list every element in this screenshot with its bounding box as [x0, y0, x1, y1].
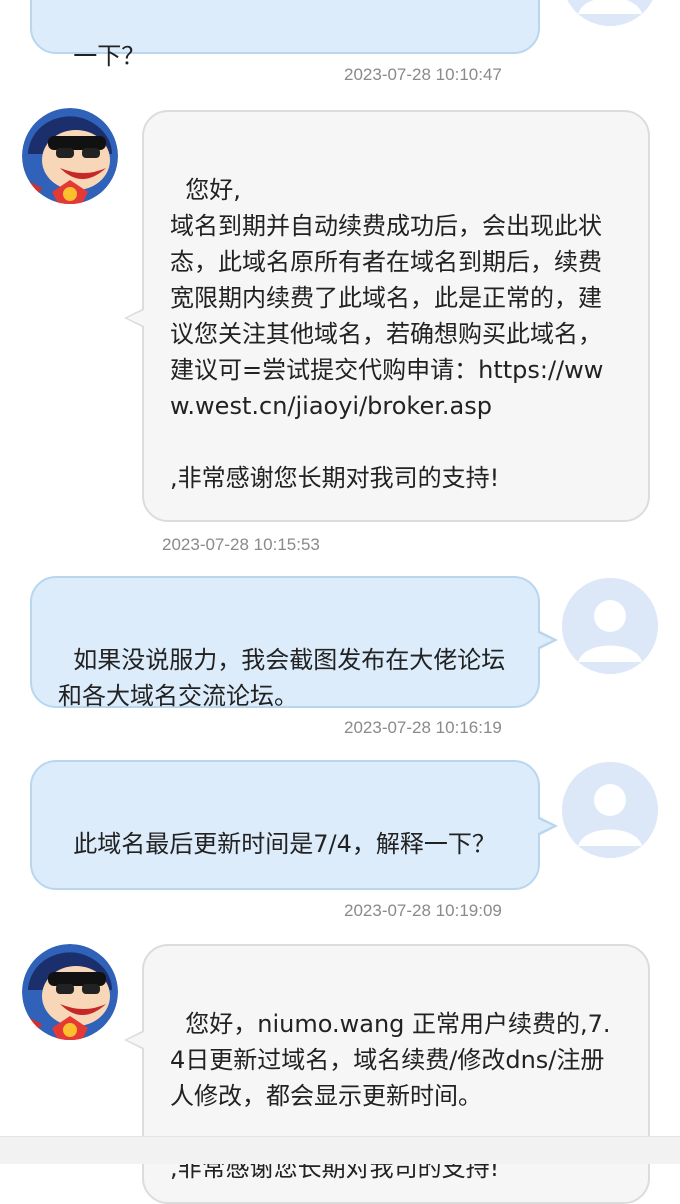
bubble-tail-fill: [536, 818, 553, 834]
user-avatar-icon: [562, 578, 658, 674]
user-message-bubble: 一下？: [30, 0, 540, 70]
message-text: 一下？: [73, 42, 146, 70]
message-timestamp: 2023-07-28 10:19:09: [344, 901, 502, 920]
message-text: 您好, 域名到期并自动续费成功后，会出现此状态，此域名原所有者在域名到期后，续费…: [170, 176, 604, 492]
user-avatar-icon: [562, 0, 658, 26]
user-avatar-icon: [562, 762, 658, 858]
agent-avatar-icon: [22, 108, 118, 204]
message-text: 如果没说服力，我会截图发布在大佬论坛和各大域名交流论坛。: [58, 646, 506, 710]
message-timestamp: 2023-07-28 10:15:53: [162, 535, 320, 554]
input-bar-edge: [0, 1136, 680, 1164]
bubble-tail-fill: [127, 1032, 144, 1048]
message-timestamp: 2023-07-28 10:10:47: [344, 65, 502, 84]
bubble-tail-fill: [536, 632, 553, 648]
agent-avatar-icon: [22, 944, 118, 1040]
message-timestamp: 2023-07-28 10:16:19: [344, 718, 502, 737]
agent-message-bubble: 您好，niumo.wang 正常用户续费的,7.4日更新过域名，域名续费/修改d…: [142, 944, 650, 1204]
message-text: 此域名最后更新时间是7/4，解释一下？: [73, 830, 496, 858]
user-message-bubble: 如果没说服力，我会截图发布在大佬论坛和各大域名交流论坛。: [30, 576, 540, 710]
bubble-tail-fill: [127, 310, 144, 326]
user-message-bubble: 此域名最后更新时间是7/4，解释一下？: [30, 760, 540, 890]
agent-message-bubble: 您好, 域名到期并自动续费成功后，会出现此状态，此域名原所有者在域名到期后，续费…: [142, 110, 650, 522]
